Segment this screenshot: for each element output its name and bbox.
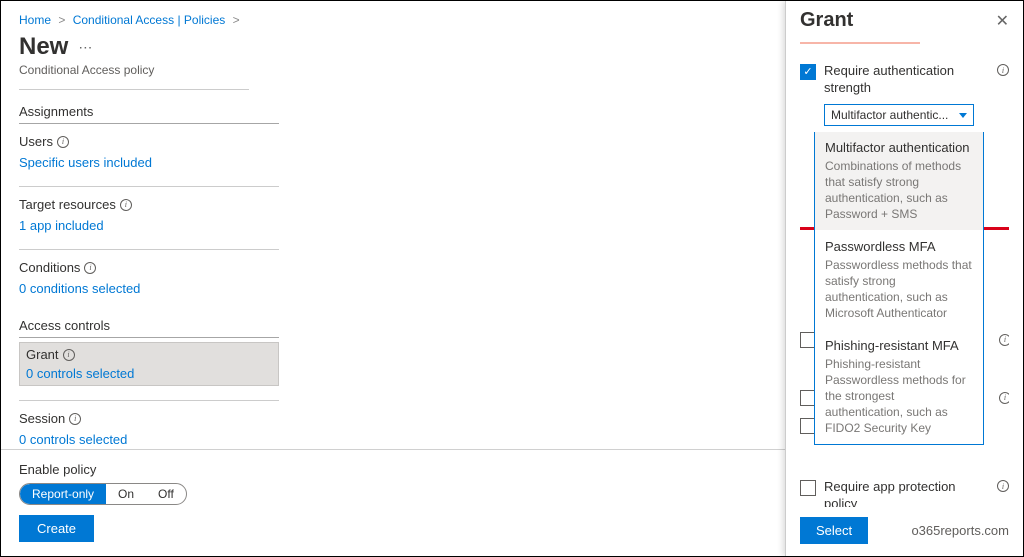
toggle-off[interactable]: Off	[146, 484, 186, 504]
grant-panel: Grant ✕ Require authentication strength …	[785, 1, 1023, 556]
breadcrumb: Home > Conditional Access | Policies >	[19, 13, 768, 27]
breadcrumb-conditional-access[interactable]: Conditional Access | Policies	[73, 13, 226, 27]
info-icon[interactable]	[999, 392, 1009, 404]
breadcrumb-home[interactable]: Home	[19, 13, 51, 27]
info-icon[interactable]	[120, 199, 132, 211]
require-app-protection-checkbox[interactable]	[800, 480, 816, 496]
info-icon[interactable]	[63, 349, 75, 361]
more-icon[interactable]: ⋯	[78, 39, 92, 56]
auth-strength-dropdown-menu[interactable]: Multifactor authentication Combinations …	[814, 132, 984, 445]
assignments-heading: Assignments	[19, 104, 279, 124]
target-resources-value[interactable]: 1 app included	[19, 218, 279, 233]
info-icon[interactable]	[997, 480, 1009, 492]
info-icon[interactable]	[57, 136, 69, 148]
dropdown-option-mfa[interactable]: Multifactor authentication Combinations …	[815, 132, 983, 230]
target-resources-label: Target resources	[19, 197, 132, 212]
chevron-right-icon: >	[58, 13, 65, 27]
require-app-protection-label: Require app protection policy	[824, 478, 989, 507]
panel-title: Grant	[800, 9, 853, 32]
users-label: Users	[19, 134, 69, 149]
grant-label: Grant	[26, 347, 75, 362]
grant-value[interactable]: 0 controls selected	[26, 366, 272, 381]
bottom-bar: Enable policy Report-only On Off Create	[1, 449, 786, 556]
session-label: Session	[19, 411, 81, 426]
info-icon[interactable]	[84, 262, 96, 274]
toggle-report-only[interactable]: Report-only	[20, 484, 106, 504]
require-auth-strength-checkbox[interactable]	[800, 64, 816, 80]
accent-line	[800, 42, 920, 44]
page-title: New	[19, 33, 68, 61]
session-value[interactable]: 0 controls selected	[19, 432, 279, 447]
page-subtitle: Conditional Access policy	[19, 63, 768, 77]
info-icon[interactable]	[997, 64, 1009, 76]
enable-policy-toggle[interactable]: Report-only On Off	[19, 483, 187, 505]
enable-policy-label: Enable policy	[19, 462, 768, 477]
users-value[interactable]: Specific users included	[19, 155, 279, 170]
dropdown-option-passwordless[interactable]: Passwordless MFA Passwordless methods th…	[815, 230, 983, 329]
access-controls-heading: Access controls	[19, 318, 279, 338]
chevron-down-icon	[959, 113, 967, 118]
conditions-label: Conditions	[19, 260, 96, 275]
chevron-right-icon: >	[233, 13, 240, 27]
dropdown-selected-value: Multifactor authentic...	[831, 108, 948, 122]
auth-strength-dropdown[interactable]: Multifactor authentic...	[824, 104, 974, 126]
dropdown-option-phishing-resistant[interactable]: Phishing-resistant MFA Phishing-resistan…	[815, 329, 983, 444]
info-icon[interactable]	[999, 334, 1009, 346]
select-button[interactable]: Select	[800, 517, 868, 544]
conditions-value[interactable]: 0 conditions selected	[19, 281, 279, 296]
close-icon[interactable]: ✕	[996, 11, 1009, 31]
info-icon[interactable]	[69, 413, 81, 425]
watermark: o365reports.com	[911, 523, 1009, 538]
toggle-on[interactable]: On	[106, 484, 146, 504]
require-auth-strength-label: Require authentication strength	[824, 62, 989, 96]
create-button[interactable]: Create	[19, 515, 94, 542]
